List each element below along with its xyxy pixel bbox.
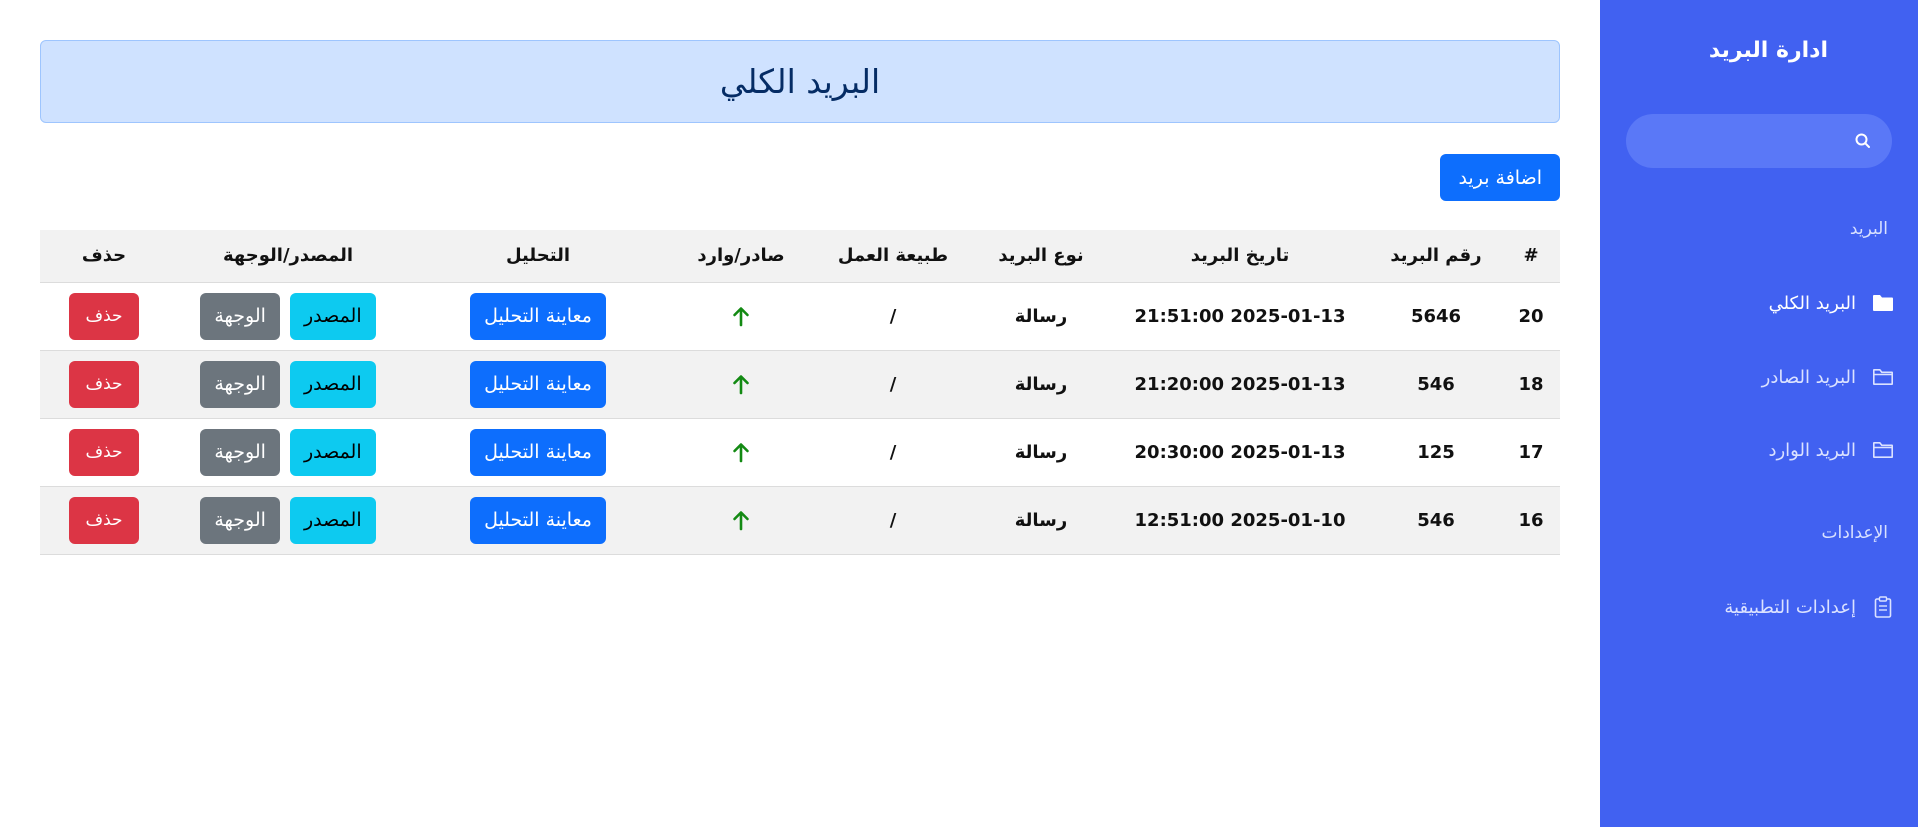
- cell-analysis: معاينة التحليل: [408, 350, 668, 419]
- cell-date: 2025-01-13 21:20:00: [1110, 350, 1370, 419]
- source-button[interactable]: المصدر: [289, 292, 376, 340]
- cell-analysis: معاينة التحليل: [408, 418, 668, 487]
- cell-mail-id: 125: [1370, 418, 1502, 487]
- column-header-source-dest: المصدر/الوجهة: [168, 230, 408, 283]
- cell-number: 18: [1502, 350, 1560, 419]
- delete-button[interactable]: حذف: [69, 360, 139, 408]
- sidebar-item-label: البريد الوارد: [1768, 439, 1856, 461]
- main-content: البريد الكلي اضافة بريد # رقم البريد تار…: [40, 0, 1560, 827]
- column-header-type: نوع البريد: [972, 230, 1110, 283]
- cell-date: 2025-01-13 21:51:00: [1110, 282, 1370, 351]
- delete-button[interactable]: حذف: [69, 292, 139, 340]
- cell-delete: حذف: [40, 282, 168, 351]
- cell-analysis: معاينة التحليل: [408, 282, 668, 351]
- preview-analysis-button[interactable]: معاينة التحليل: [470, 360, 606, 408]
- page-header-alert: البريد الكلي: [40, 40, 1560, 123]
- mail-table: # رقم البريد تاريخ البريد نوع البريد طبي…: [40, 230, 1560, 555]
- arrow-up-icon: [733, 375, 749, 395]
- destination-button[interactable]: الوجهة: [200, 292, 280, 340]
- sidebar-item-outgoing-mail[interactable]: البريد الصادر: [1616, 357, 1896, 397]
- sidebar-item-label: البريد الصادر: [1761, 366, 1856, 388]
- cell-type: رسالة: [972, 350, 1110, 419]
- sidebar-item-label: إعدادات التطبيقية: [1724, 596, 1856, 618]
- column-header-nature: طبيعة العمل: [814, 230, 972, 283]
- cell-delete: حذف: [40, 486, 168, 555]
- cell-delete: حذف: [40, 418, 168, 487]
- cell-analysis: معاينة التحليل: [408, 486, 668, 555]
- sidebar-item-app-settings[interactable]: إعدادات التطبيقية: [1616, 587, 1896, 627]
- add-mail-button[interactable]: اضافة بريد: [1440, 154, 1560, 201]
- cell-direction: [668, 282, 814, 351]
- cell-mail-id: 546: [1370, 350, 1502, 419]
- table-row: 17 125 2025-01-13 20:30:00 رسالة / معاين…: [40, 418, 1560, 487]
- preview-analysis-button[interactable]: معاينة التحليل: [470, 496, 606, 544]
- source-button[interactable]: المصدر: [289, 428, 376, 476]
- cell-direction: [668, 350, 814, 419]
- table-row: 18 546 2025-01-13 21:20:00 رسالة / معاين…: [40, 350, 1560, 419]
- cell-number: 17: [1502, 418, 1560, 487]
- app-root: ادارة البريد البريد البريد الكلي البريد …: [0, 0, 1918, 827]
- column-header-date: تاريخ البريد: [1110, 230, 1370, 283]
- search-input[interactable]: [1626, 114, 1892, 168]
- cell-number: 16: [1502, 486, 1560, 555]
- cell-source-dest: المصدر الوجهة: [168, 418, 408, 487]
- section-title-mail: البريد: [1849, 219, 1888, 239]
- cell-nature: /: [814, 350, 972, 419]
- search-icon[interactable]: [1854, 132, 1872, 150]
- cell-date: 2025-01-10 12:51:00: [1110, 486, 1370, 555]
- cell-number: 20: [1502, 282, 1560, 351]
- clipboard-icon: [1870, 594, 1896, 620]
- folder-outline-icon: [1870, 437, 1896, 463]
- sidebar-item-all-mail[interactable]: البريد الكلي: [1616, 283, 1896, 323]
- cell-nature: /: [814, 282, 972, 351]
- folder-outline-icon: [1870, 364, 1896, 390]
- cell-source-dest: المصدر الوجهة: [168, 486, 408, 555]
- page-title: البريد الكلي: [719, 62, 881, 101]
- column-header-analysis: التحليل: [408, 230, 668, 283]
- destination-button[interactable]: الوجهة: [200, 360, 280, 408]
- cell-date: 2025-01-13 20:30:00: [1110, 418, 1370, 487]
- column-header-direction: صادر/وارد: [668, 230, 814, 283]
- cell-source-dest: المصدر الوجهة: [168, 282, 408, 351]
- column-header-number: #: [1502, 230, 1560, 283]
- preview-analysis-button[interactable]: معاينة التحليل: [470, 428, 606, 476]
- brand-title: ادارة البريد: [1708, 38, 1828, 63]
- sidebar-item-label: البريد الكلي: [1768, 292, 1856, 314]
- folder-filled-icon: [1870, 290, 1896, 316]
- cell-direction: [668, 486, 814, 555]
- cell-type: رسالة: [972, 418, 1110, 487]
- source-button[interactable]: المصدر: [289, 496, 376, 544]
- delete-button[interactable]: حذف: [69, 496, 139, 544]
- cell-type: رسالة: [972, 486, 1110, 555]
- arrow-up-icon: [733, 511, 749, 531]
- cell-nature: /: [814, 486, 972, 555]
- column-header-delete: حذف: [40, 230, 168, 283]
- destination-button[interactable]: الوجهة: [200, 496, 280, 544]
- cell-nature: /: [814, 418, 972, 487]
- section-title-settings: الإعدادات: [1821, 523, 1888, 543]
- preview-analysis-button[interactable]: معاينة التحليل: [470, 292, 606, 340]
- sidebar-item-incoming-mail[interactable]: البريد الوارد: [1616, 430, 1896, 470]
- cell-delete: حذف: [40, 350, 168, 419]
- sidebar: ادارة البريد البريد البريد الكلي البريد …: [1600, 0, 1918, 827]
- cell-type: رسالة: [972, 282, 1110, 351]
- source-button[interactable]: المصدر: [289, 360, 376, 408]
- table-row: 16 546 2025-01-10 12:51:00 رسالة / معاين…: [40, 486, 1560, 555]
- table-header-row: # رقم البريد تاريخ البريد نوع البريد طبي…: [40, 230, 1560, 283]
- arrow-up-icon: [733, 443, 749, 463]
- destination-button[interactable]: الوجهة: [200, 428, 280, 476]
- column-header-mail-id: رقم البريد: [1370, 230, 1502, 283]
- delete-button[interactable]: حذف: [69, 428, 139, 476]
- cell-mail-id: 5646: [1370, 282, 1502, 351]
- cell-direction: [668, 418, 814, 487]
- arrow-up-icon: [733, 307, 749, 327]
- table-row: 20 5646 2025-01-13 21:51:00 رسالة / معاي…: [40, 282, 1560, 351]
- search-box: [1626, 114, 1892, 168]
- cell-mail-id: 546: [1370, 486, 1502, 555]
- cell-source-dest: المصدر الوجهة: [168, 350, 408, 419]
